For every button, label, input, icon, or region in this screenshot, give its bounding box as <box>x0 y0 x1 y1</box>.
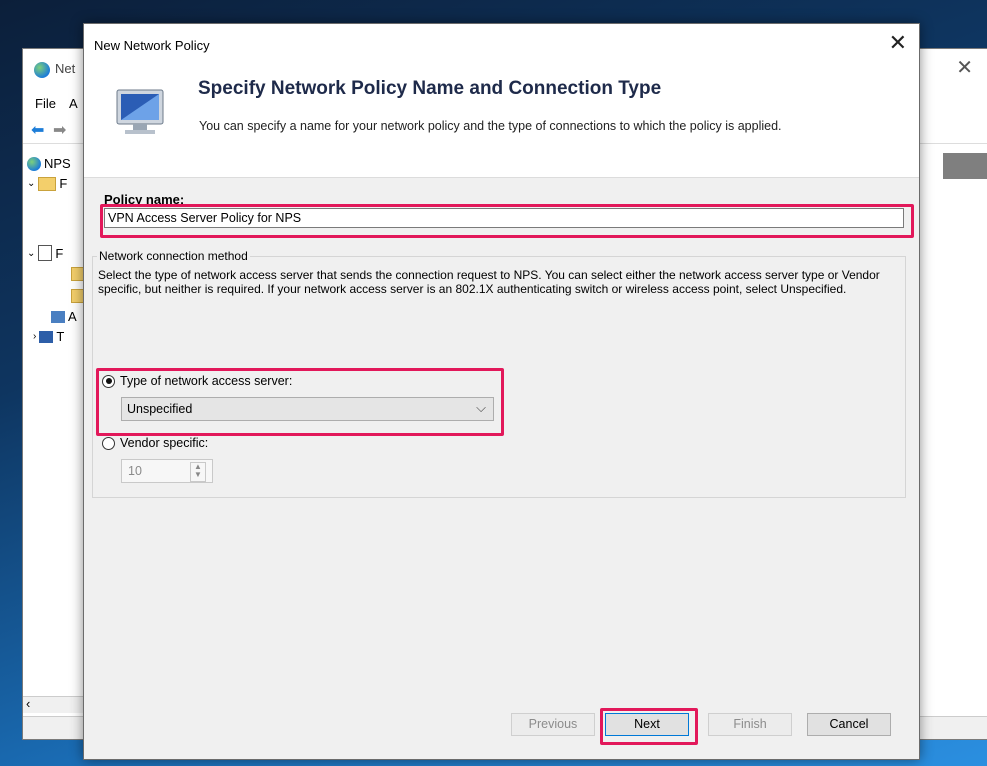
folder-icon <box>38 176 57 191</box>
menu-action[interactable]: A <box>69 96 78 111</box>
expand-chevron-icon[interactable]: ⌄ <box>27 248 35 259</box>
tree-item-nps[interactable]: NPS <box>27 156 71 171</box>
cancel-button[interactable]: Cancel <box>807 713 891 736</box>
connection-method-description: Select the type of network access server… <box>98 268 880 296</box>
policy-name-label: Policy name: <box>104 192 185 207</box>
next-button[interactable]: Next <box>605 713 689 736</box>
policy-name-input[interactable] <box>104 208 904 228</box>
previous-button[interactable]: Previous <box>511 713 595 736</box>
nps-globe-icon <box>34 62 50 78</box>
nas-type-select[interactable]: Unspecified ⌵ <box>121 397 494 421</box>
tree-item-accounting[interactable]: A <box>51 309 77 324</box>
type-of-nas-radio[interactable]: Type of network access server: <box>102 374 292 388</box>
connection-method-legend: Network connection method <box>97 249 250 263</box>
new-network-policy-dialog: New Network Policy ✕ Specify Network Pol… <box>83 23 920 760</box>
finish-button[interactable]: Finish <box>708 713 792 736</box>
type-of-nas-label: Type of network access server: <box>120 374 293 388</box>
close-icon[interactable]: ✕ <box>889 30 907 56</box>
radio-selected-icon[interactable] <box>102 374 115 388</box>
tree-item-policies[interactable]: ⌄ F <box>27 245 63 261</box>
scroll-left-icon[interactable]: ‹ <box>26 696 30 711</box>
forward-arrow-icon[interactable]: ➡ <box>53 120 66 140</box>
wizard-page-subtitle: You can specify a name for your network … <box>199 119 782 133</box>
console-close-icon[interactable]: ✕ <box>956 55 973 80</box>
tree-item-radius[interactable]: ⌄ F <box>27 176 67 191</box>
vendor-specific-label: Vendor specific: <box>120 436 209 450</box>
details-header <box>943 153 987 179</box>
computer-icon <box>39 330 54 343</box>
vendor-id-value: 10 <box>128 464 142 478</box>
collapse-chevron-icon[interactable]: › <box>33 331 36 342</box>
wizard-computer-icon <box>116 89 164 134</box>
back-arrow-icon[interactable]: ⬅ <box>31 120 44 140</box>
globe-icon <box>27 156 41 171</box>
dialog-titlebar: New Network Policy ✕ <box>84 24 919 62</box>
radio-unselected-icon[interactable] <box>102 436 115 450</box>
tree-item-templates[interactable]: › T <box>33 329 64 344</box>
expand-chevron-icon[interactable]: ⌄ <box>27 178 35 189</box>
nas-type-value: Unspecified <box>127 402 193 416</box>
vendor-specific-radio[interactable]: Vendor specific: <box>102 436 208 450</box>
spin-updown-icon[interactable]: ▲ ▼ <box>190 462 206 482</box>
chevron-down-icon[interactable]: ⌵ <box>476 400 486 416</box>
wizard-page-title: Specify Network Policy Name and Connecti… <box>198 78 662 99</box>
wizard-header: Specify Network Policy Name and Connecti… <box>84 62 919 178</box>
accounting-icon <box>51 310 65 323</box>
policy-icon <box>38 245 53 261</box>
console-title: Net <box>55 61 76 76</box>
vendor-id-spinner[interactable]: 10 ▲ ▼ <box>121 459 213 483</box>
dialog-title: New Network Policy <box>94 38 210 53</box>
menu-file[interactable]: File <box>35 96 56 111</box>
